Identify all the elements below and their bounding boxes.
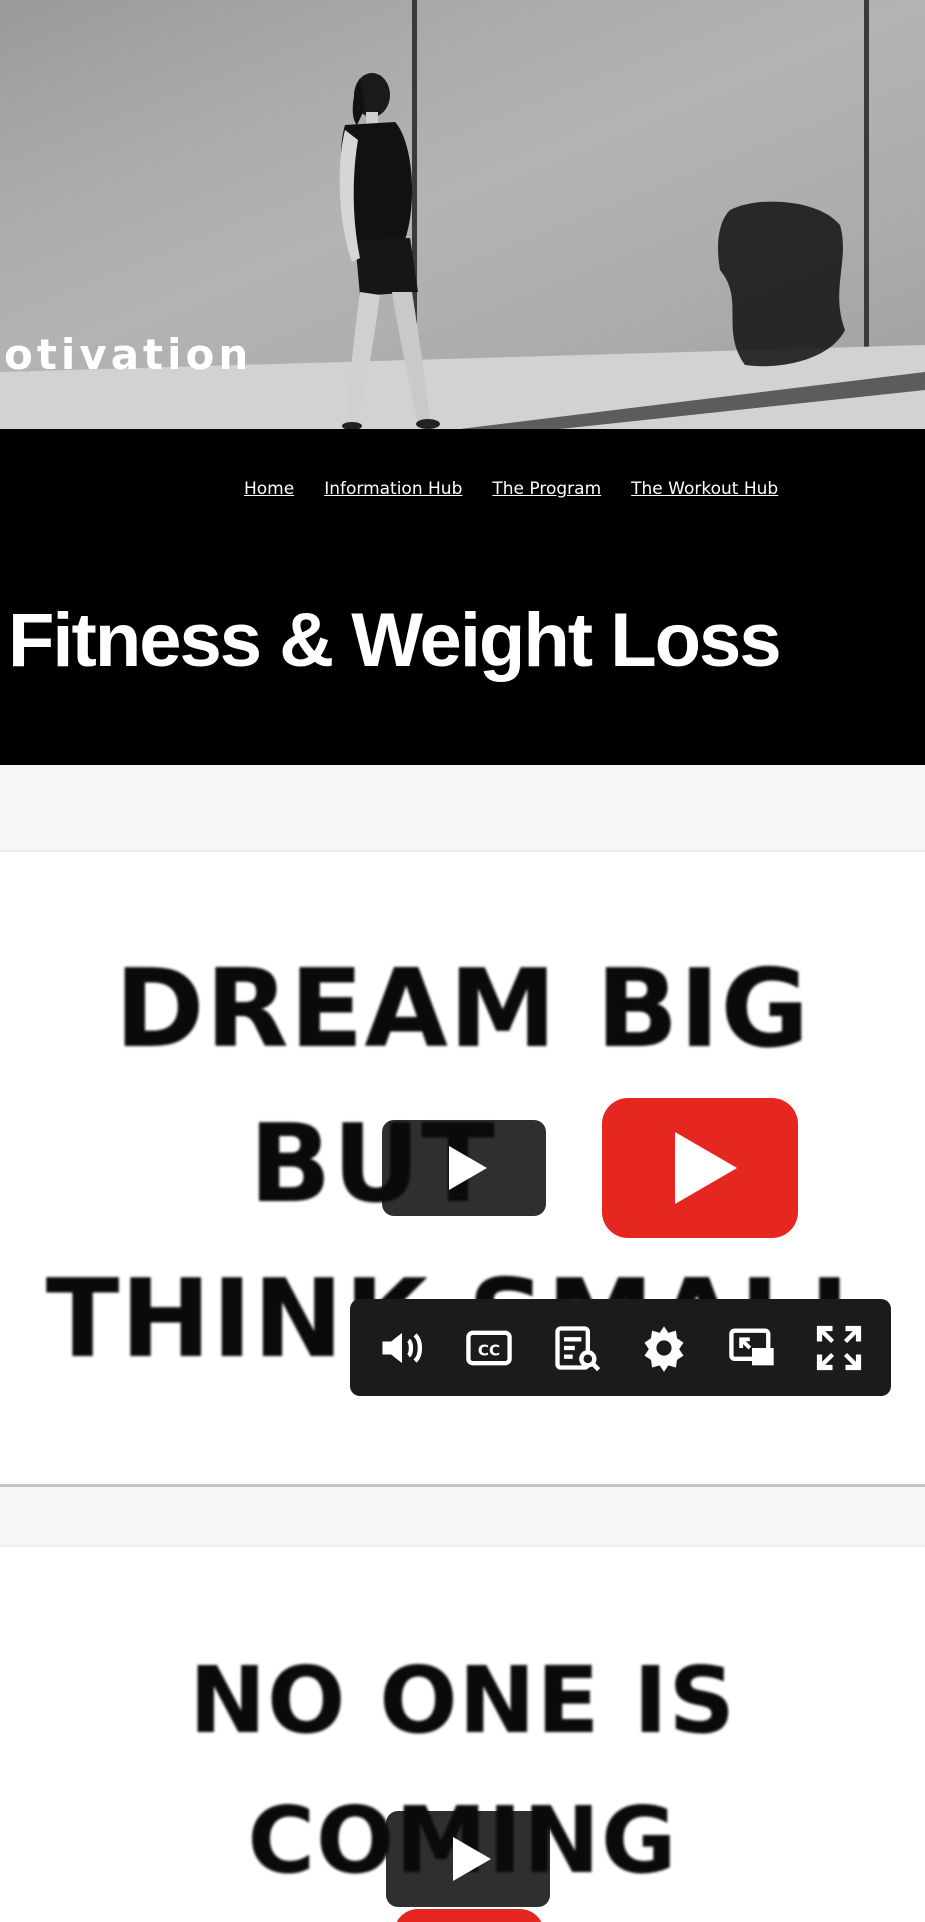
thumbnail-text: NO ONE IS	[189, 1647, 736, 1754]
transcript-icon[interactable]	[548, 1319, 606, 1377]
picture-in-picture-icon[interactable]	[723, 1319, 781, 1377]
play-icon	[453, 1837, 491, 1881]
fullscreen-icon[interactable]	[810, 1319, 868, 1377]
hero-overlay-text: otivation	[4, 330, 253, 379]
video-embed-2[interactable]: NO ONE IS COMING	[0, 1545, 925, 1922]
video-controls-bar: CC	[350, 1299, 891, 1396]
site-header: Home Information Hub The Program The Wor…	[0, 429, 925, 765]
nav-link-information-hub[interactable]: Information Hub	[324, 479, 462, 499]
main-navigation: Home Information Hub The Program The Wor…	[244, 479, 778, 499]
video-embed-1[interactable]: DREAM BIG BUT THINK SMALL CC	[0, 850, 925, 1487]
play-button[interactable]	[386, 1811, 550, 1907]
nav-link-home[interactable]: Home	[244, 479, 294, 499]
play-button[interactable]	[382, 1120, 546, 1216]
nav-link-the-program[interactable]: The Program	[492, 479, 601, 499]
nav-link-the-workout-hub[interactable]: The Workout Hub	[631, 479, 778, 499]
captions-icon[interactable]: CC	[460, 1319, 518, 1377]
svg-text:CC: CC	[478, 1341, 500, 1359]
play-icon	[675, 1132, 737, 1204]
youtube-play-button[interactable]	[602, 1098, 798, 1238]
play-icon	[449, 1146, 487, 1190]
youtube-play-button[interactable]	[394, 1909, 544, 1922]
hero-banner: otivation	[0, 0, 925, 429]
page-title: Fitness & Weight Loss	[8, 598, 782, 683]
volume-icon[interactable]	[373, 1319, 431, 1377]
thumbnail-text: DREAM BIG	[114, 947, 811, 1072]
settings-icon[interactable]	[635, 1319, 693, 1377]
